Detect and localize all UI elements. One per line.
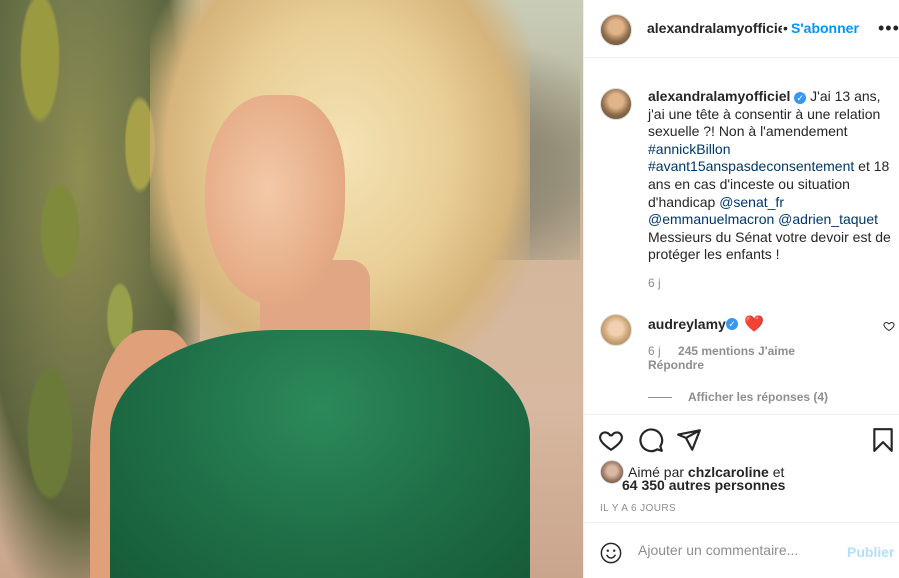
view-replies-button[interactable]: Afficher les réponses (4) — [648, 390, 828, 404]
follow-button[interactable]: S'abonner — [791, 20, 859, 36]
more-options-icon[interactable]: ••• — [878, 19, 899, 37]
comment-bubble-icon[interactable] — [638, 427, 664, 453]
separator-dot: • — [783, 20, 788, 36]
author-avatar[interactable] — [600, 14, 632, 46]
view-replies-label: Afficher les réponses (4) — [688, 390, 829, 404]
mention-link[interactable]: @adrien_taquet — [778, 211, 878, 227]
emoji-smiley-icon[interactable] — [600, 542, 622, 564]
like-heart-icon[interactable] — [598, 427, 624, 453]
comment-meta: 6 j 245 mentions J'aime — [648, 344, 809, 358]
commenter-username[interactable]: audreylamy — [648, 316, 726, 332]
replies-divider — [648, 396, 672, 398]
post-date[interactable]: IL Y A 6 JOURS — [600, 503, 676, 514]
share-paper-plane-icon[interactable] — [676, 427, 702, 453]
author-username[interactable]: alexandralamyofficiel — [647, 20, 782, 36]
mention-link[interactable]: @senat_fr — [719, 194, 784, 210]
photo-face — [205, 95, 345, 305]
post-side-panel: alexandralamyofficiel • S'abonner ••• al… — [583, 0, 899, 578]
caption-author-avatar[interactable] — [600, 88, 632, 120]
verified-badge-icon: ✓ — [794, 92, 807, 104]
comment-text: ❤️ — [744, 316, 764, 333]
comment-likes-count[interactable]: 245 mentions J'aime — [678, 344, 795, 358]
comment-timestamp[interactable]: 6 j — [648, 344, 661, 358]
commenter-avatar[interactable] — [600, 314, 632, 346]
photo-dress — [110, 330, 530, 578]
caption-part3: Messieurs du Sénat votre devoir est de p… — [648, 228, 891, 263]
caption-timestamp[interactable]: 6 j — [648, 276, 661, 290]
reply-button[interactable]: Répondre — [648, 358, 704, 372]
hashtag-link[interactable]: #avant15anspasdeconsentement — [648, 158, 854, 174]
add-comment-section: Publier — [584, 522, 899, 578]
hashtag-link[interactable]: #annickBillon — [648, 141, 731, 157]
save-bookmark-icon[interactable] — [870, 427, 896, 453]
post-header: alexandralamyofficiel • S'abonner ••• — [584, 0, 899, 58]
verified-badge-icon: ✓ — [726, 318, 738, 330]
comment-input[interactable] — [638, 542, 833, 558]
post-photo[interactable] — [0, 0, 583, 578]
liker-avatar[interactable] — [600, 460, 624, 484]
comment-like-heart-icon[interactable] — [883, 320, 895, 332]
publish-button[interactable]: Publier — [847, 544, 894, 560]
caption-text: alexandralamyofficiel ✓ J'ai 13 ans, j'a… — [648, 88, 899, 264]
caption-username[interactable]: alexandralamyofficiel — [648, 88, 790, 104]
mention-link[interactable]: @emmanuelmacron — [648, 211, 774, 227]
likes-count[interactable]: 64 350 autres personnes — [622, 477, 785, 493]
